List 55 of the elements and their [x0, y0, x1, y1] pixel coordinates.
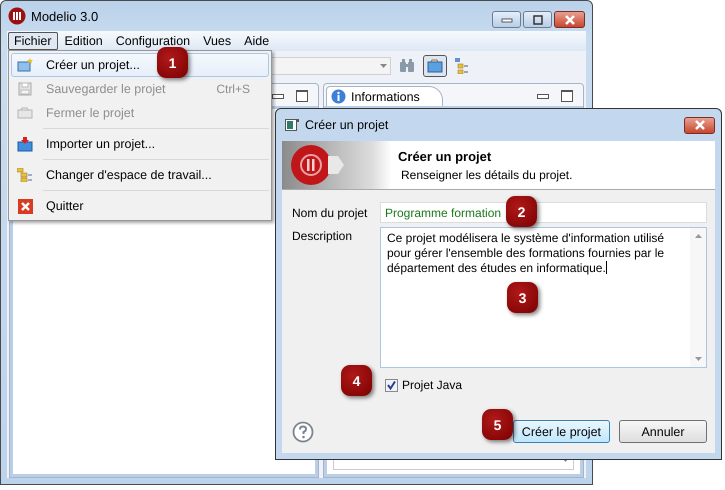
folder-arrow-icon [17, 136, 33, 152]
close-button[interactable] [684, 116, 715, 134]
header-title: Créer un projet [398, 148, 492, 164]
step-number-badge: 1 [157, 47, 188, 78]
menu-entry[interactable]: Quitter [11, 194, 269, 218]
menu-entry[interactable]: Importer un projet... [11, 132, 269, 156]
new-folder-icon [17, 58, 33, 72]
minimize-icon[interactable] [537, 94, 549, 98]
folder-icon [427, 59, 443, 73]
checkbox[interactable] [385, 378, 398, 392]
menu-item[interactable]: Configuration [110, 32, 196, 50]
step-number-badge: 4 [341, 365, 372, 396]
step-number-badge: 3 [507, 282, 538, 313]
checkbox-label[interactable]: Projet Java [402, 378, 462, 392]
informations-tab[interactable]: Informations [326, 86, 443, 106]
menu-item[interactable]: Fichier [8, 32, 58, 50]
tree-icon[interactable] [455, 58, 469, 74]
create-project-button[interactable]: Créer le projet [512, 420, 610, 443]
cancel-button[interactable]: Annuler [619, 420, 707, 443]
window-icon [285, 119, 299, 131]
dialog-title: Créer un projet [305, 118, 388, 132]
header-subtitle: Renseigner les détails du projet. [401, 168, 572, 182]
info-icon [331, 89, 346, 104]
menu-item[interactable]: Edition [58, 32, 109, 50]
step-number-badge: 5 [482, 409, 513, 440]
help-icon[interactable] [292, 420, 314, 442]
maximize-button[interactable] [523, 11, 552, 28]
menu-entry[interactable]: Changer d'espace de travail... [11, 163, 269, 187]
scrollbar[interactable] [690, 228, 706, 367]
menu-item[interactable]: Vues [197, 32, 238, 50]
minimize-icon [500, 16, 512, 22]
close-button[interactable] [554, 11, 585, 28]
minimize-button[interactable] [492, 11, 521, 28]
minimize-icon[interactable] [272, 94, 284, 98]
maximize-icon[interactable] [561, 90, 573, 102]
maximize-icon[interactable] [296, 90, 308, 102]
caret-icon[interactable] [380, 64, 387, 68]
scroll-up-icon[interactable] [694, 234, 702, 238]
field-label: Nom du projet [292, 206, 368, 220]
app-logo-icon [290, 144, 346, 186]
field-label: Description [292, 228, 354, 243]
close-icon [18, 198, 32, 214]
close-icon [692, 120, 706, 130]
folder-button[interactable] [423, 55, 447, 77]
binoculars-icon[interactable] [399, 59, 415, 73]
app-logo-icon [8, 7, 26, 25]
scroll-down-icon[interactable] [694, 357, 702, 361]
tree-icon [17, 168, 33, 182]
shortcut-text: Ctrl+S [216, 82, 250, 96]
folder-icon [17, 107, 33, 119]
maximize-icon [532, 14, 544, 24]
window-title: Modelio 3.0 [31, 8, 98, 24]
step-number-badge: 2 [506, 196, 537, 227]
close-icon [562, 14, 576, 24]
menu-item[interactable]: Aide [238, 32, 276, 50]
